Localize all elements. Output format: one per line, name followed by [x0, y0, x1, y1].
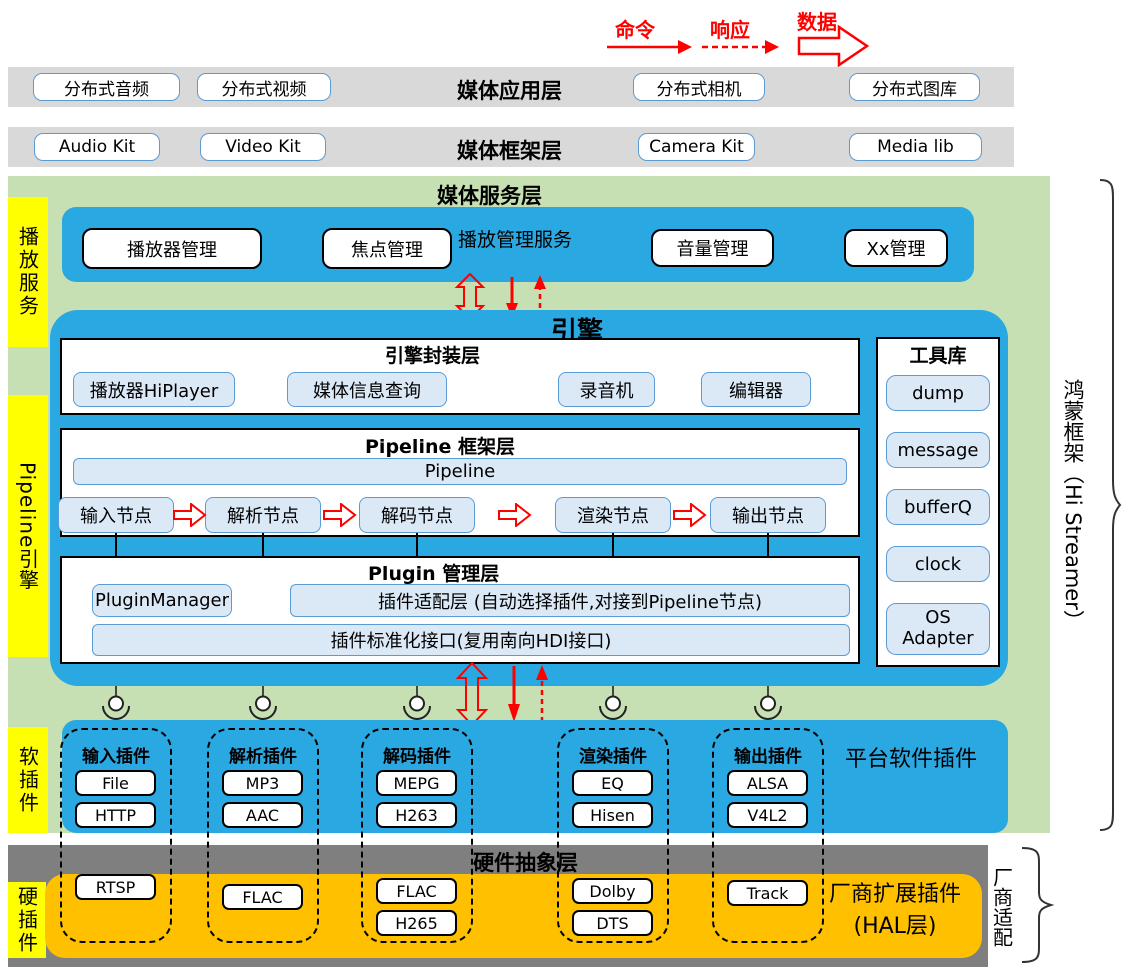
recorder-box: 录音机	[558, 372, 655, 407]
solid-arrow-icon	[607, 40, 692, 54]
vendor-bracket-label: 厂商适配	[989, 867, 1014, 947]
distributed-gallery-box: 分布式图库	[849, 73, 980, 101]
parse-node-box: 解析节点	[205, 497, 321, 533]
soft-plugin-side-label: 软插件	[8, 727, 48, 833]
v4l2-plugin-box: V4L2	[727, 802, 808, 828]
render-node-box: 渲染节点	[555, 497, 671, 533]
distributed-video-box: 分布式视频	[197, 73, 331, 101]
plugin-group-title: 渲染插件	[579, 747, 647, 767]
hiplayer-box: 播放器HiPlayer	[73, 372, 235, 407]
plugin-group-output: 输出插件 ALSA V4L2 Track	[712, 728, 824, 943]
dump-box: dump	[886, 375, 990, 411]
mp3-plugin-box: MP3	[222, 770, 303, 796]
media-info-query-box: 媒体信息查询	[287, 372, 447, 407]
plugin-group-parse: 解析插件 MP3 AAC FLAC	[207, 728, 319, 943]
volume-management-box: 音量管理	[651, 229, 774, 267]
block-arrow-icon	[797, 24, 870, 68]
node-connector-line	[612, 533, 614, 556]
distributed-camera-box: 分布式相机	[633, 73, 765, 101]
input-node-box: 输入节点	[58, 497, 174, 533]
platform-plugin-label: 平台软件插件	[845, 747, 978, 772]
camera-kit-box: Camera Kit	[638, 133, 755, 161]
engine-wrapper-layer-title: 引擎封装层	[385, 345, 481, 367]
node-connector-line	[416, 533, 418, 556]
vendor-plugin-label-line2: (HAL层)	[853, 913, 937, 939]
node-connector-line	[115, 533, 117, 556]
plugin-standard-api-box: 插件标准化接口(复用南向HDI接口)	[92, 624, 850, 656]
media-app-layer-title: 媒体应用层	[457, 79, 562, 103]
plugin-manager-box: PluginManager	[92, 584, 232, 617]
playback-service-side-label: 播放服务	[8, 197, 48, 347]
node-arrow-icon	[323, 503, 357, 527]
architecture-diagram: 命令 响应 数据 分布式音频 分布式视频 媒体应用层 分布式相机 分布式图库 A…	[0, 0, 1122, 975]
engine-plugin-arrows-icon	[455, 662, 548, 726]
hisen-plugin-box: Hisen	[572, 802, 653, 828]
framework-bracket-icon	[1099, 179, 1122, 831]
media-service-layer-title: 媒体服务层	[437, 184, 542, 208]
output-node-box: 输出节点	[710, 497, 826, 533]
hard-plugin-side-label: 硬插件	[8, 882, 46, 958]
file-plugin-box: File	[75, 770, 156, 796]
player-management-box: 播放器管理	[82, 228, 262, 269]
node-connector-line	[262, 533, 264, 556]
plugin-group-title: 输入插件	[82, 747, 150, 767]
distributed-audio-box: 分布式音频	[33, 73, 180, 101]
aac-plugin-box: AAC	[222, 802, 303, 828]
track-plugin-box: Track	[727, 880, 808, 906]
eq-plugin-box: EQ	[572, 770, 653, 796]
vendor-plugin-label-line1: 厂商扩展插件	[828, 882, 961, 907]
plugin-group-render: 渲染插件 EQ Hisen Dolby DTS	[557, 728, 669, 943]
node-arrow-icon	[498, 503, 532, 527]
media-framework-layer-title: 媒体框架层	[457, 139, 562, 163]
h263-plugin-box: H263	[376, 802, 457, 828]
node-arrow-icon	[173, 503, 207, 527]
alsa-plugin-box: ALSA	[727, 770, 808, 796]
rtsp-plugin-box: RTSP	[75, 874, 156, 900]
focus-management-box: 焦点管理	[322, 228, 452, 269]
mepg-plugin-box: MEPG	[376, 770, 457, 796]
plugin-group-title: 解码插件	[383, 747, 451, 767]
xx-management-box: Xx管理	[844, 229, 948, 267]
message-box: message	[886, 432, 990, 468]
http-plugin-box: HTTP	[75, 802, 156, 828]
media-lib-box: Media lib	[849, 133, 982, 161]
pipeline-engine-side-label: Pipeline引擎	[8, 395, 48, 657]
pipeline-framework-layer-title: Pipeline 框架层	[365, 436, 515, 458]
vendor-bracket-icon	[1021, 847, 1054, 963]
plugin-group-input: 输入插件 File HTTP RTSP	[60, 728, 172, 943]
pipeline-bar: Pipeline	[73, 458, 847, 485]
framework-bracket-label: 鸿蒙框架（Hi Streamer）	[1061, 379, 1085, 631]
vendor-plugin-label: 厂商扩展插件 (HAL层)	[820, 879, 970, 943]
dts-plugin-box: DTS	[572, 910, 653, 936]
dolby-plugin-box: Dolby	[572, 878, 653, 904]
flac-plugin-box: FLAC	[222, 884, 303, 910]
decode-node-box: 解码节点	[359, 497, 475, 533]
plugin-adapter-box: 插件适配层 (自动选择插件,对接到Pipeline节点)	[290, 584, 850, 617]
node-connector-line	[767, 533, 769, 556]
plugin-group-decode: 解码插件 MEPG H263 FLAC H265	[361, 728, 473, 943]
video-kit-box: Video Kit	[200, 133, 326, 161]
node-arrow-icon	[673, 503, 707, 527]
plugin-group-title: 输出插件	[734, 747, 802, 767]
toolbox-title: 工具库	[909, 345, 967, 367]
clock-box: clock	[886, 546, 990, 582]
os-adapter-box: OS Adapter	[886, 603, 990, 655]
plugin-management-layer-title: Plugin 管理层	[368, 563, 500, 585]
h265-plugin-box: H265	[376, 910, 457, 936]
bufferq-box: bufferQ	[886, 489, 990, 525]
plugin-group-title: 解析插件	[229, 747, 297, 767]
playback-management-service-label: 播放管理服务	[458, 229, 573, 251]
flac-hal-plugin-box: FLAC	[376, 878, 457, 904]
platform-plugin-bar	[62, 720, 1008, 833]
editor-box: 编辑器	[701, 372, 811, 407]
dashed-arrow-icon	[702, 40, 779, 54]
audio-kit-box: Audio Kit	[34, 133, 160, 161]
